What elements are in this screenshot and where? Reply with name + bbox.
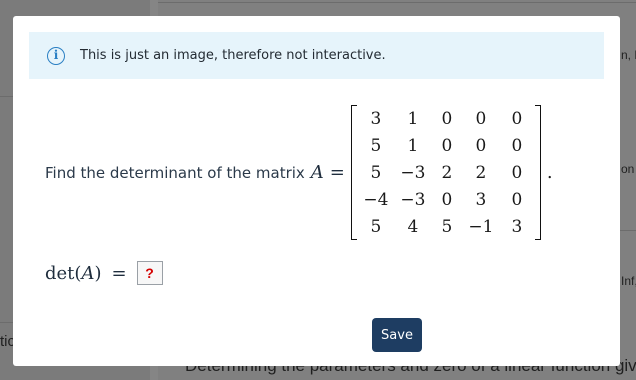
background-text: Inf,: [621, 274, 636, 288]
background-divider: [158, 2, 636, 3]
alert-message: This is just an image, therefore not int…: [80, 48, 386, 63]
matrix-cell: −1: [468, 216, 494, 237]
matrix-cell: −3: [400, 189, 426, 210]
matrix-cell: 0: [441, 135, 453, 156]
answer-placeholder: ?: [145, 265, 154, 281]
matrix-row: −4 −3 0 3 0: [358, 186, 534, 213]
matrix-cell: 0: [441, 189, 453, 210]
matrix-cell: 2: [475, 162, 487, 183]
matrix-cell: 0: [511, 135, 523, 156]
matrix-cell: 5: [370, 135, 382, 156]
matrix-table: 3 1 0 0 0 5 1 0 0 0 5 −3 2 2 0 −4 −3 0 3…: [358, 105, 534, 240]
matrix-cell: 5: [370, 216, 382, 237]
background-text: on: [621, 162, 635, 176]
matrix-cell: 0: [511, 162, 523, 183]
modal-dialog: i This is just an image, therefore not i…: [13, 16, 620, 366]
matrix-row: 5 4 5 −1 3: [358, 213, 534, 240]
answer-equals-sign: =: [111, 262, 127, 284]
matrix-cell: 0: [475, 108, 487, 129]
save-button[interactable]: Save: [372, 318, 422, 352]
matrix-cell: 2: [441, 162, 453, 183]
matrix-cell: 1: [407, 135, 419, 156]
info-alert: i This is just an image, therefore not i…: [29, 32, 604, 79]
matrix-row: 5 −3 2 2 0: [358, 159, 534, 186]
determinant-close-paren: ): [94, 262, 102, 284]
matrix-cell: 3: [370, 108, 382, 129]
matrix: 3 1 0 0 0 5 1 0 0 0 5 −3 2 2 0 −4 −3 0 3…: [350, 105, 541, 240]
matrix-cell: −3: [400, 162, 426, 183]
matrix-cell: 0: [511, 108, 523, 129]
matrix-row: 5 1 0 0 0: [358, 132, 534, 159]
answer-input[interactable]: ?: [136, 261, 163, 285]
info-icon: i: [47, 46, 65, 65]
question: Find the determinant of the matrix A = 3…: [45, 105, 553, 240]
matrix-cell: 5: [441, 216, 453, 237]
determinant-variable: A: [81, 262, 95, 284]
background-text: n, B: [621, 48, 636, 62]
background-text: tic: [0, 333, 14, 350]
determinant-label: det(A): [45, 263, 101, 284]
question-text: Find the determinant of the matrix: [45, 163, 305, 182]
matrix-cell: 3: [511, 216, 523, 237]
left-bracket: [350, 105, 357, 240]
answer-row: det(A) = ?: [45, 260, 163, 286]
matrix-cell: −4: [363, 189, 389, 210]
matrix-cell: 0: [511, 189, 523, 210]
matrix-cell: 3: [475, 189, 487, 210]
matrix-cell: 5: [370, 162, 382, 183]
matrix-cell: 4: [407, 216, 419, 237]
matrix-row: 3 1 0 0 0: [358, 105, 534, 132]
question-period: .: [546, 162, 553, 183]
matrix-variable: A: [310, 162, 324, 183]
matrix-cell: 0: [441, 108, 453, 129]
equals-sign: =: [329, 162, 345, 183]
matrix-cell: 0: [475, 135, 487, 156]
right-bracket: [534, 105, 541, 240]
determinant-function: det(: [45, 262, 82, 284]
matrix-cell: 1: [407, 108, 419, 129]
